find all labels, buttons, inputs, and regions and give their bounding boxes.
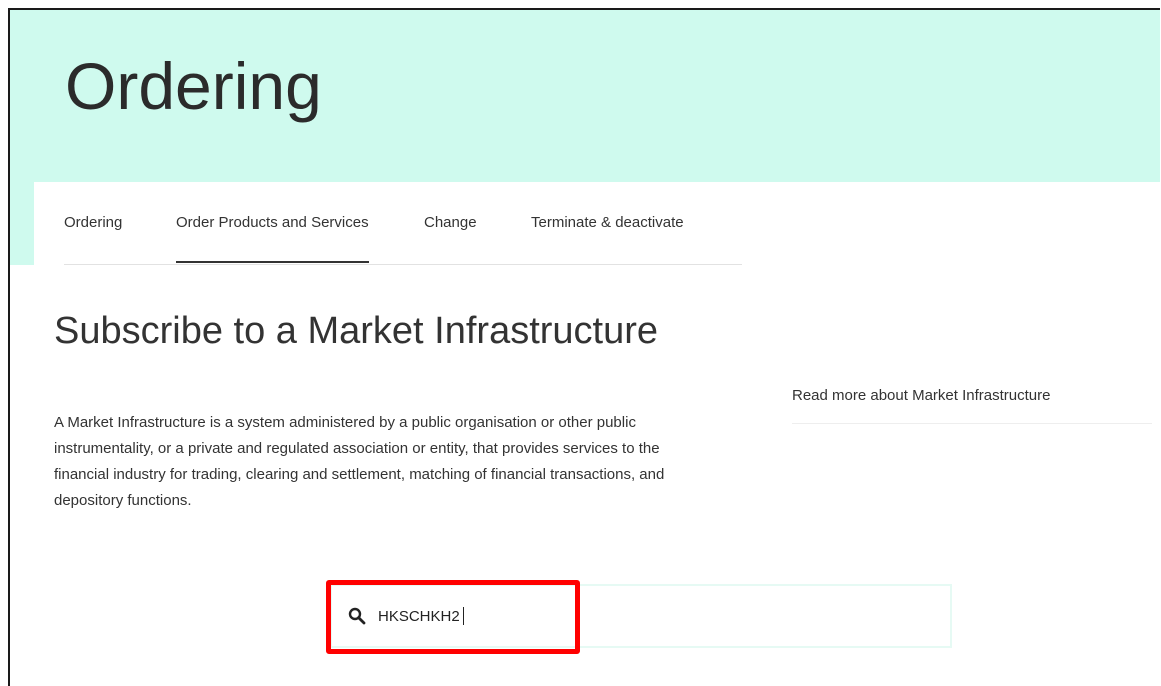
tab-terminate-deactivate[interactable]: Terminate & deactivate (531, 214, 684, 231)
hero-title: Ordering (65, 49, 322, 123)
highlight-box (326, 580, 580, 654)
tab-order-products-and-services[interactable]: Order Products and Services (176, 214, 369, 263)
read-more-link[interactable]: Read more about Market Infrastructure (792, 387, 1152, 424)
tab-ordering[interactable]: Ordering (64, 214, 122, 231)
description-text: A Market Infrastructure is a system admi… (54, 414, 665, 509)
tab-bar: Ordering Order Products and Services Cha… (64, 182, 742, 265)
tab-change[interactable]: Change (424, 214, 477, 231)
page-heading: Subscribe to a Market Infrastructure (54, 310, 659, 352)
